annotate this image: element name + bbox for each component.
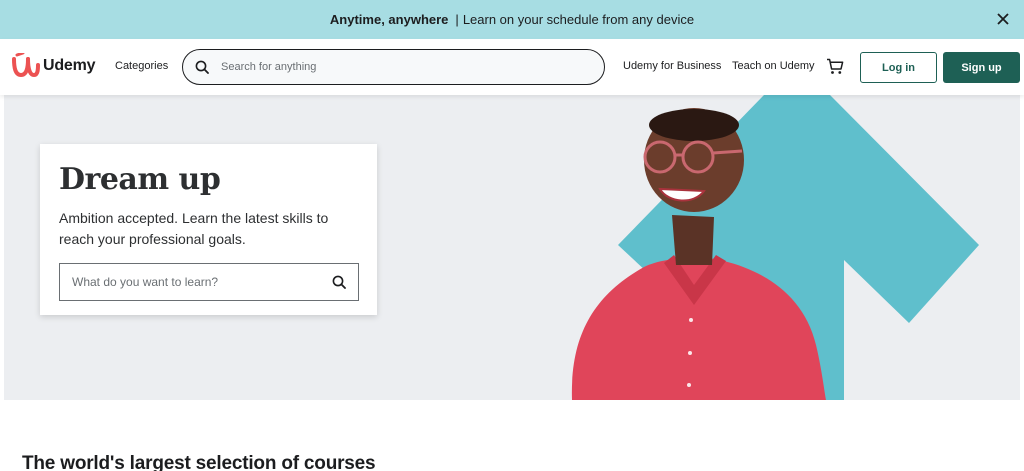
cart-icon bbox=[827, 58, 844, 74]
announcement-banner: Anytime, anywhere | Learn on your schedu… bbox=[0, 0, 1024, 39]
close-icon bbox=[997, 13, 1009, 25]
signup-button[interactable]: Sign up bbox=[943, 52, 1020, 83]
hero-subtitle: Ambition accepted. Learn the latest skil… bbox=[59, 210, 329, 247]
section-heading: The world's largest selection of courses bbox=[22, 453, 376, 471]
hero-search-input[interactable] bbox=[72, 275, 312, 289]
search-icon[interactable] bbox=[332, 275, 346, 289]
teach-on-udemy-link[interactable]: Teach on Udemy bbox=[732, 60, 815, 72]
site-header: Udemy Categories Udemy for Business Teac… bbox=[0, 39, 1024, 95]
login-button[interactable]: Log in bbox=[860, 52, 937, 83]
cart-button[interactable] bbox=[826, 58, 844, 80]
banner-close-button[interactable] bbox=[992, 8, 1014, 30]
hero-title: Dream up bbox=[59, 162, 221, 197]
hero-card: Dream up Ambition accepted. Learn the la… bbox=[40, 144, 377, 315]
udemy-for-business-link[interactable]: Udemy for Business bbox=[623, 60, 721, 72]
logo-text: Udemy bbox=[43, 57, 96, 74]
categories-link[interactable]: Categories bbox=[115, 60, 168, 72]
udemy-logo-icon bbox=[12, 53, 40, 78]
banner-separator: | bbox=[455, 12, 459, 27]
hero-search-bar[interactable] bbox=[59, 263, 359, 301]
banner-message: Learn on your schedule from any device bbox=[462, 12, 695, 27]
search-icon[interactable] bbox=[195, 60, 209, 74]
header-search-input[interactable] bbox=[221, 61, 581, 73]
udemy-logo[interactable]: Udemy bbox=[12, 53, 96, 79]
header-search-bar[interactable] bbox=[182, 49, 605, 85]
banner-headline: Anytime, anywhere bbox=[329, 12, 449, 27]
